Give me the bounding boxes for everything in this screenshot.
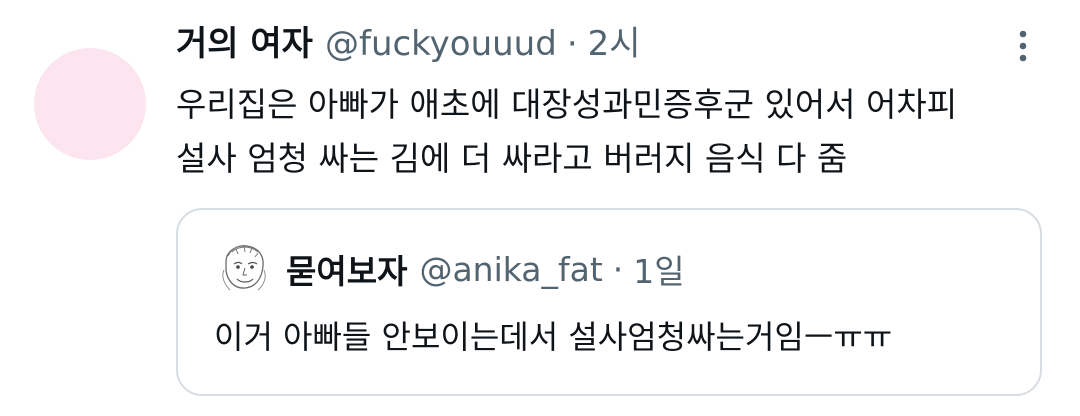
quoted-tweet-header: 묻여보자 @anika_fat · 1일 [286, 244, 685, 294]
quoted-tweet-card[interactable]: 묻여보자 @anika_fat · 1일 이거 아빠들 안보이는데서 설사엄청싸… [176, 208, 1042, 396]
author-handle[interactable]: @fuckyouuud [325, 18, 557, 70]
more-options-button[interactable] [1008, 26, 1038, 66]
quoted-author-avatar[interactable] [216, 240, 272, 296]
quoted-author-handle[interactable]: @anika_fat [419, 250, 602, 289]
tweet-text: 우리집은 아빠가 애초에 대장성과민증후군 있어서 어차피 설사 엄청 싸는 김… [176, 78, 1056, 186]
tweet-text-line: 설사 엄청 싸는 김에 더 싸라고 버러지 음식 다 줌 [176, 139, 848, 178]
author-display-name[interactable]: 거의 여자 [176, 18, 313, 70]
author-avatar[interactable] [34, 48, 146, 160]
quoted-header-separator: · [612, 249, 624, 289]
quoted-tweet-text: 이거 아빠들 안보이는데서 설사엄청싸는거임ㅡㅠㅠ [214, 318, 893, 356]
quoted-author-display-name[interactable]: 묻여보자 [286, 245, 407, 293]
quoted-tweet-timestamp[interactable]: 1일 [633, 245, 684, 293]
tweet-header: 거의 여자 @fuckyouuud · 2시 [176, 18, 641, 70]
more-vertical-icon [1019, 30, 1027, 62]
tweet-text-line: 우리집은 아빠가 애초에 대장성과민증후군 있어서 어차피 [176, 85, 958, 124]
tweet-timestamp[interactable]: 2시 [588, 18, 641, 70]
header-separator: · [566, 24, 578, 64]
sketch-face-avatar-icon [216, 240, 272, 296]
